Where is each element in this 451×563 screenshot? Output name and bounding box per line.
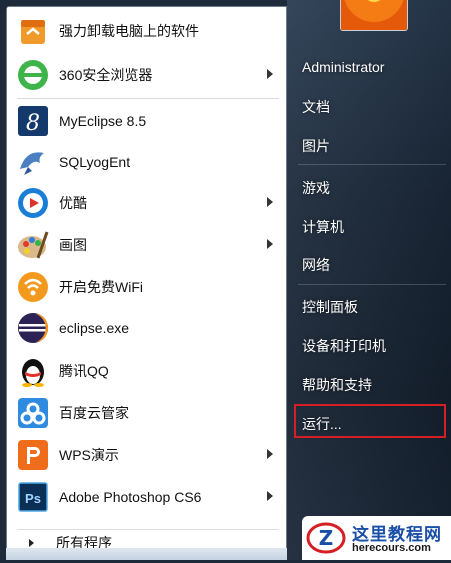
user-picture[interactable] bbox=[340, 0, 408, 31]
submenu-arrow-icon bbox=[267, 449, 273, 459]
watermark-logo-icon: Z bbox=[306, 518, 346, 558]
start-menu-programs-pane: 强力卸载电脑上的软件 360安全浏览器 8 MyEclipse 8.5 SQLy… bbox=[6, 6, 287, 555]
program-item-baidu-cloud[interactable]: 百度云管家 bbox=[13, 393, 283, 433]
baidu-cloud-icon bbox=[16, 396, 50, 430]
program-label: 画图 bbox=[59, 237, 87, 253]
qq-penguin-icon bbox=[16, 354, 50, 388]
program-item-uninstaller[interactable]: 强力卸载电脑上的软件 bbox=[13, 11, 283, 51]
submenu-arrow-icon bbox=[267, 239, 273, 249]
documents-link[interactable]: 文档 bbox=[302, 97, 330, 117]
svg-text:Z: Z bbox=[319, 526, 334, 550]
program-item-photoshop[interactable]: Ps Adobe Photoshop CS6 bbox=[13, 477, 283, 517]
program-item-free-wifi[interactable]: 开启免费WiFi bbox=[13, 267, 283, 307]
program-label: 开启免费WiFi bbox=[59, 279, 143, 295]
uninstall-box-icon bbox=[16, 14, 50, 48]
separator bbox=[298, 284, 446, 285]
svg-text:8: 8 bbox=[26, 111, 40, 136]
program-label: eclipse.exe bbox=[59, 320, 130, 336]
sqlyog-dolphin-icon bbox=[16, 145, 50, 179]
submenu-arrow-icon bbox=[267, 69, 273, 79]
games-link[interactable]: 游戏 bbox=[302, 178, 330, 198]
submenu-arrow-icon bbox=[267, 491, 273, 501]
program-item-360-browser[interactable]: 360安全浏览器 bbox=[13, 55, 283, 95]
photoshop-icon: Ps bbox=[16, 480, 50, 514]
help-support-link[interactable]: 帮助和支持 bbox=[302, 375, 372, 395]
program-item-youku[interactable]: 优酷 bbox=[13, 183, 283, 223]
separator bbox=[17, 98, 279, 99]
site-watermark: Z 这里教程网 herecours.com bbox=[302, 516, 451, 560]
run-highlight-box bbox=[294, 404, 446, 438]
program-item-eclipse[interactable]: eclipse.exe bbox=[13, 308, 283, 348]
program-label: 360安全浏览器 bbox=[59, 67, 153, 83]
program-item-qq[interactable]: 腾讯QQ bbox=[13, 351, 283, 391]
eclipse-icon bbox=[16, 311, 50, 345]
program-label: MyEclipse 8.5 bbox=[59, 113, 147, 129]
network-link[interactable]: 网络 bbox=[302, 255, 330, 275]
program-label: 腾讯QQ bbox=[59, 363, 109, 379]
computer-link[interactable]: 计算机 bbox=[302, 217, 344, 237]
program-label: WPS演示 bbox=[59, 447, 119, 463]
pictures-link[interactable]: 图片 bbox=[302, 136, 330, 156]
program-item-paint[interactable]: 画图 bbox=[13, 225, 283, 265]
devices-printers-link[interactable]: 设备和打印机 bbox=[302, 336, 386, 356]
program-label: 优酷 bbox=[59, 195, 87, 211]
control-panel-link[interactable]: 控制面板 bbox=[302, 297, 358, 317]
youku-play-icon bbox=[16, 186, 50, 220]
program-label: 百度云管家 bbox=[59, 405, 129, 421]
wifi-icon bbox=[16, 270, 50, 304]
separator bbox=[298, 164, 446, 165]
program-label: 强力卸载电脑上的软件 bbox=[59, 23, 199, 39]
paint-palette-icon bbox=[16, 228, 50, 262]
program-label: Adobe Photoshop CS6 bbox=[59, 489, 202, 505]
expand-arrow-icon bbox=[29, 538, 34, 547]
program-label: SQLyogEnt bbox=[59, 154, 131, 170]
search-area[interactable] bbox=[6, 548, 287, 560]
myeclipse-icon: 8 bbox=[16, 104, 50, 138]
360-browser-icon bbox=[16, 58, 50, 92]
start-menu-right-pane bbox=[287, 0, 451, 560]
wps-presentation-icon bbox=[16, 438, 50, 472]
svg-text:Ps: Ps bbox=[25, 491, 41, 506]
program-item-myeclipse[interactable]: 8 MyEclipse 8.5 bbox=[13, 101, 283, 141]
submenu-arrow-icon bbox=[267, 197, 273, 207]
program-item-wps[interactable]: WPS演示 bbox=[13, 435, 283, 475]
watermark-url: herecours.com bbox=[352, 542, 431, 554]
program-item-sqlyog[interactable]: SQLyogEnt bbox=[13, 142, 283, 182]
flower-avatar-icon bbox=[341, 0, 407, 30]
user-name-link[interactable]: Administrator bbox=[302, 59, 384, 75]
